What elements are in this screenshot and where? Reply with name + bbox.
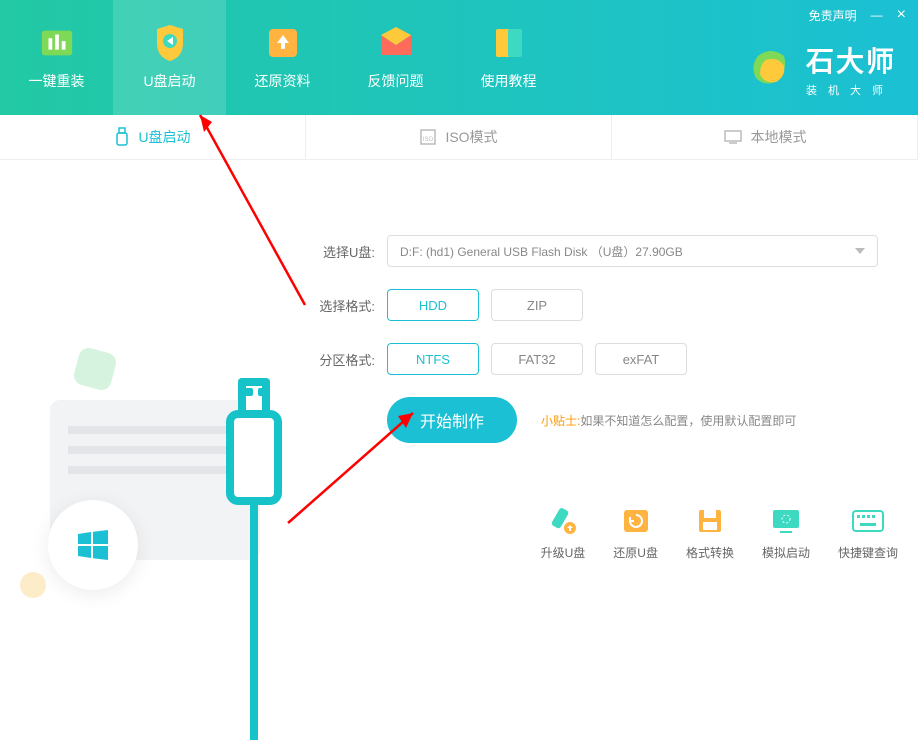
usb-illustration [226,410,282,505]
restore-icon [619,506,653,536]
iso-icon: ISO [419,128,437,146]
nav-label: 一键重装 [29,71,85,91]
svg-text:ISO: ISO [423,137,434,143]
chart-icon [39,25,75,61]
upload-icon [265,25,301,61]
logo-icon [748,46,794,92]
usb-illustration [258,388,266,396]
brand-subtitle: 装机大师 [806,82,896,98]
usb-icon [114,127,130,147]
close-button[interactable]: × [897,6,906,24]
tool-label: 快捷键查询 [838,544,898,561]
book-icon [491,25,527,61]
brand: 石大师 装机大师 [748,40,896,98]
shield-icon [152,25,188,61]
nav-label: 反馈问题 [368,71,424,91]
tip-label: 小贴士: [541,414,580,428]
nav-feedback[interactable]: 反馈问题 [339,0,452,115]
subtab-local[interactable]: 本地模式 [612,115,918,159]
disclaimer-link[interactable]: 免责声明 [809,7,857,24]
partition-option-exfat[interactable]: exFAT [595,343,687,375]
windows-icon [75,527,111,563]
mail-icon [378,25,414,61]
usb-upgrade-icon [546,506,580,536]
main-nav: 一键重装 U盘启动 还原资料 反馈问题 使用教程 [0,0,565,115]
bottom-toolbar: 升级U盘 还原U盘 格式转换 模拟启动 快捷键查询 [541,506,898,561]
start-button[interactable]: 开始制作 [387,397,517,443]
subtab-label: 本地模式 [751,127,807,147]
keyboard-icon [851,506,885,536]
screen-icon [769,506,803,536]
windows-badge [48,500,138,590]
subtab-label: ISO模式 [445,127,497,147]
monitor-icon [723,129,743,145]
usb-select[interactable]: D:F: (hd1) General USB Flash Disk （U盘）27… [387,235,878,267]
tool-restore-usb[interactable]: 还原U盘 [613,506,658,561]
tool-label: 升级U盘 [541,544,586,561]
floppy-icon [693,506,727,536]
tool-label: 模拟启动 [762,544,810,561]
partition-option-fat32[interactable]: FAT32 [491,343,583,375]
window-controls: 免责声明 — × [809,6,906,24]
subtab-usb[interactable]: U盘启动 [0,115,306,159]
nav-label: U盘启动 [143,71,195,91]
subtab-iso[interactable]: ISO ISO模式 [306,115,612,159]
tool-label: 格式转换 [686,544,734,561]
partition-label: 分区格式: [315,350,375,369]
subtab-label: U盘启动 [138,127,190,147]
decorative-shape [72,346,119,393]
nav-reinstall[interactable]: 一键重装 [0,0,113,115]
partition-option-ntfs[interactable]: NTFS [387,343,479,375]
nav-restore[interactable]: 还原资料 [226,0,339,115]
nav-tutorial[interactable]: 使用教程 [452,0,565,115]
usb-illustration [250,505,258,740]
tool-format-convert[interactable]: 格式转换 [686,506,734,561]
decorative-shape [20,572,46,598]
nav-label: 使用教程 [481,71,537,91]
illustration-area [0,160,305,579]
tool-hotkey-query[interactable]: 快捷键查询 [838,506,898,561]
tool-simulate-boot[interactable]: 模拟启动 [762,506,810,561]
brand-title: 石大师 [806,40,896,80]
nav-usb-boot[interactable]: U盘启动 [113,0,226,115]
header: 免责声明 — × 一键重装 U盘启动 还原资料 反馈问题 [0,0,918,115]
usb-select-value: D:F: (hd1) General USB Flash Disk （U盘）27… [400,243,683,260]
minimize-button[interactable]: — [871,8,883,22]
usb-select-label: 选择U盘: [315,242,375,261]
sub-tabs: U盘启动 ISO ISO模式 本地模式 [0,115,918,160]
tip-content: 如果不知道怎么配置，使用默认配置即可 [580,414,796,428]
tip-text: 小贴士:如果不知道怎么配置，使用默认配置即可 [541,412,796,429]
format-option-hdd[interactable]: HDD [387,289,479,321]
usb-illustration [245,388,253,396]
nav-label: 还原资料 [255,71,311,91]
format-option-zip[interactable]: ZIP [491,289,583,321]
tool-label: 还原U盘 [613,544,658,561]
tool-upgrade-usb[interactable]: 升级U盘 [541,506,586,561]
format-label: 选择格式: [315,296,375,315]
